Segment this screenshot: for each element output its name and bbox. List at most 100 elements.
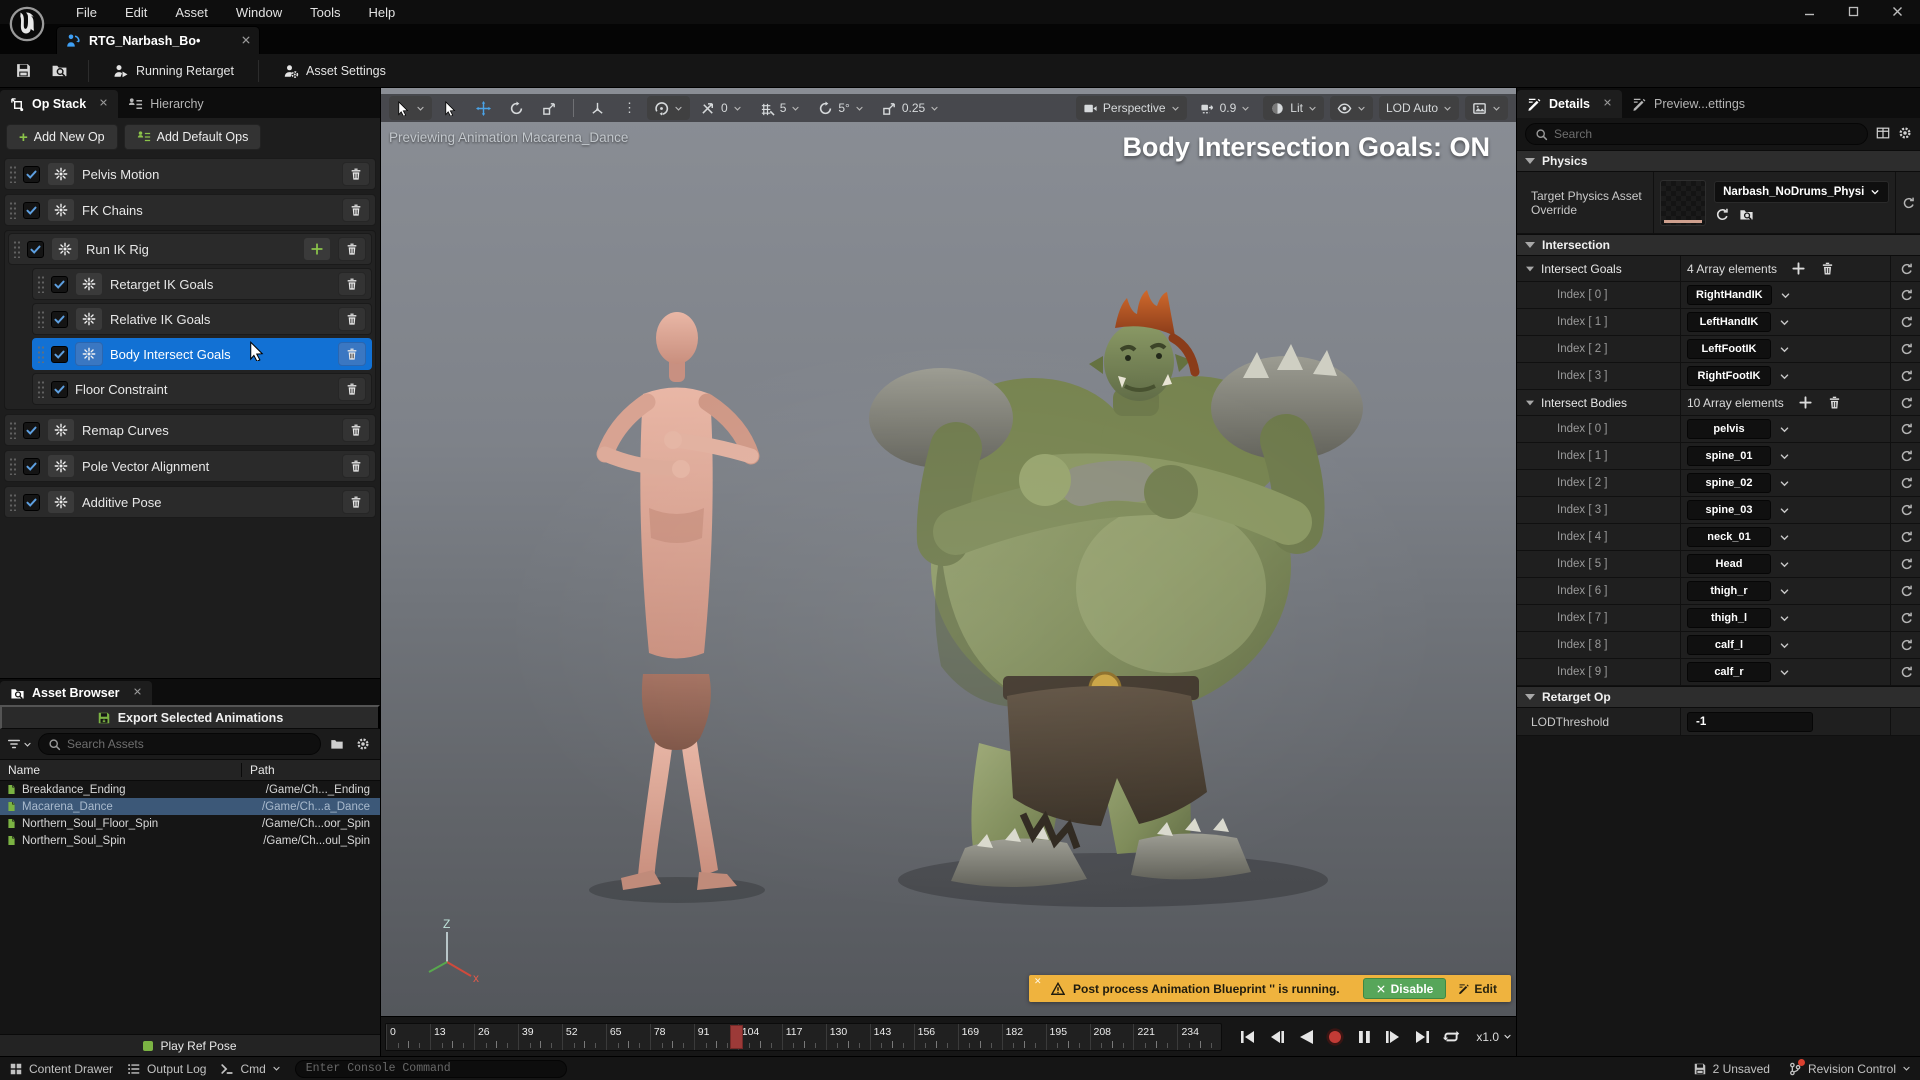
menu-file[interactable]: File xyxy=(64,1,109,24)
grid-snap-dropdown[interactable]: 5 xyxy=(753,96,808,120)
section-retarget-op[interactable]: Retarget Op xyxy=(1517,686,1920,708)
chevron-down-icon[interactable] xyxy=(1779,640,1790,651)
select-tool-button[interactable] xyxy=(436,96,465,120)
viewport-canvas[interactable]: ⋮ 0 5 5° xyxy=(381,88,1516,1016)
chevron-down-icon[interactable] xyxy=(1779,371,1790,382)
asset-settings-button[interactable]: Asset Settings xyxy=(275,59,394,83)
bone-value-chip[interactable]: pelvis xyxy=(1687,419,1771,439)
chevron-down-icon[interactable] xyxy=(1779,667,1790,678)
op-delete-button[interactable] xyxy=(342,454,370,478)
rotate-tool-button[interactable] xyxy=(502,96,531,120)
op-settings-button[interactable] xyxy=(75,307,103,331)
reset-to-default-button[interactable] xyxy=(1890,578,1920,604)
chevron-down-icon[interactable] xyxy=(1779,559,1790,570)
timeline-playhead[interactable] xyxy=(730,1025,743,1049)
maximize-button[interactable] xyxy=(1844,2,1862,20)
asset-row[interactable]: Northern_Soul_Floor_Spin /Game/Ch...oor_… xyxy=(0,815,380,832)
chevron-down-icon[interactable] xyxy=(1779,317,1790,328)
timeline-ruler[interactable]: 0132639526578911041171301431561691821952… xyxy=(385,1023,1222,1051)
op-delete-button[interactable] xyxy=(342,490,370,514)
use-selected-asset-button[interactable] xyxy=(1714,207,1729,225)
chevron-down-icon[interactable] xyxy=(1780,290,1791,301)
menu-edit[interactable]: Edit xyxy=(113,1,159,24)
op-delete-button[interactable] xyxy=(342,198,370,222)
details-search-box[interactable] xyxy=(1525,123,1868,145)
section-intersection[interactable]: Intersection xyxy=(1517,234,1920,256)
op-delete-button[interactable] xyxy=(338,272,366,296)
view-mode-dropdown[interactable]: Lit xyxy=(1263,96,1324,120)
op-enabled-checkbox[interactable] xyxy=(51,381,68,398)
bone-value-chip[interactable]: LeftFootIK xyxy=(1687,339,1771,359)
revision-control-button[interactable]: Revision Control xyxy=(1788,1062,1911,1076)
asset-browser-settings-button[interactable] xyxy=(353,737,373,751)
bone-value-chip[interactable]: spine_03 xyxy=(1687,500,1771,520)
asset-row[interactable]: Macarena_Dance /Game/Ch...a_Dance xyxy=(0,798,380,815)
reset-to-default-button[interactable] xyxy=(1890,708,1920,735)
op-add-button[interactable] xyxy=(303,237,331,261)
bone-value-chip[interactable]: LeftHandIK xyxy=(1687,312,1771,332)
menu-help[interactable]: Help xyxy=(356,1,407,24)
op-settings-button[interactable] xyxy=(75,342,103,366)
asset-row[interactable]: Northern_Soul_Spin /Game/Ch...oul_Spin xyxy=(0,832,380,849)
physics-asset-thumbnail[interactable] xyxy=(1660,180,1706,226)
tab-rtg-narbash[interactable]: RTG_Narbash_Bo• xyxy=(56,26,260,54)
drag-handle-icon[interactable] xyxy=(9,421,16,439)
pause-button[interactable] xyxy=(1354,1027,1374,1047)
step-forward-button[interactable] xyxy=(1383,1027,1403,1047)
chevron-down-icon[interactable] xyxy=(1779,586,1790,597)
drag-handle-icon[interactable] xyxy=(13,240,20,258)
details-search-input[interactable] xyxy=(1554,127,1858,141)
rotation-snap-dropdown[interactable]: 5° xyxy=(811,96,870,120)
play-ref-pose-button[interactable]: Play Ref Pose xyxy=(0,1034,380,1056)
reset-to-default-button[interactable] xyxy=(1890,659,1920,685)
drag-handle-icon[interactable] xyxy=(9,165,16,183)
chevron-down-icon[interactable] xyxy=(1779,478,1790,489)
bone-value-chip[interactable]: calf_l xyxy=(1687,635,1771,655)
surface-snap-dropdown[interactable]: 0 xyxy=(694,96,749,120)
add-default-ops-button[interactable]: Add Default Ops xyxy=(124,124,262,150)
op-row[interactable]: Body Intersect Goals xyxy=(32,338,372,370)
bone-value-chip[interactable]: thigh_l xyxy=(1687,608,1771,628)
op-settings-button[interactable] xyxy=(75,272,103,296)
details-settings-button[interactable] xyxy=(1898,126,1912,143)
menu-asset[interactable]: Asset xyxy=(163,1,220,24)
disable-button[interactable]: Disable xyxy=(1363,978,1447,999)
tab-details[interactable]: Details xyxy=(1517,90,1622,118)
op-enabled-checkbox[interactable] xyxy=(51,276,68,293)
column-name[interactable]: Name xyxy=(0,763,242,777)
op-enabled-checkbox[interactable] xyxy=(51,346,68,363)
camera-speed-dropdown[interactable]: 0.9 xyxy=(1193,96,1258,120)
clear-array-button[interactable] xyxy=(1820,261,1835,276)
op-delete-button[interactable] xyxy=(338,307,366,331)
reset-to-default-button[interactable] xyxy=(1890,470,1920,496)
console-command-box[interactable] xyxy=(295,1060,567,1078)
bone-value-chip[interactable]: neck_01 xyxy=(1687,527,1771,547)
op-row[interactable]: Relative IK Goals xyxy=(32,303,372,335)
more-options-button[interactable]: ⋮ xyxy=(616,96,643,120)
output-log-button[interactable]: Output Log xyxy=(127,1062,206,1076)
op-delete-button[interactable] xyxy=(342,162,370,186)
add-new-op-button[interactable]: + Add New Op xyxy=(6,124,118,150)
browse-to-asset-button[interactable] xyxy=(46,58,72,84)
browse-to-asset-button[interactable] xyxy=(1739,207,1754,225)
save-button[interactable] xyxy=(10,58,36,84)
select-mode-dropdown[interactable] xyxy=(389,96,432,120)
drag-handle-icon[interactable] xyxy=(9,457,16,475)
clear-array-button[interactable] xyxy=(1827,395,1842,410)
add-array-element-button[interactable] xyxy=(1798,395,1813,410)
tab-hierarchy[interactable]: Hierarchy xyxy=(118,90,214,118)
loop-button[interactable] xyxy=(1441,1027,1461,1047)
intersect-bodies-header[interactable]: Intersect Bodies 10 Array elements xyxy=(1517,390,1920,416)
edit-button[interactable]: Edit xyxy=(1454,982,1501,996)
op-settings-button[interactable] xyxy=(47,490,75,514)
op-row[interactable]: Remap Curves xyxy=(4,414,376,446)
physics-asset-dropdown[interactable]: Narbash_NoDrums_Physi xyxy=(1714,181,1889,203)
play-reverse-button[interactable] xyxy=(1296,1027,1316,1047)
reset-to-default-button[interactable] xyxy=(1890,443,1920,469)
unsaved-status-button[interactable]: 2 Unsaved xyxy=(1693,1062,1770,1076)
op-settings-button[interactable] xyxy=(47,162,75,186)
reset-to-default-button[interactable] xyxy=(1890,282,1920,308)
op-settings-button[interactable] xyxy=(47,198,75,222)
reset-to-default-button[interactable] xyxy=(1890,632,1920,658)
reset-to-default-button[interactable] xyxy=(1890,390,1920,415)
